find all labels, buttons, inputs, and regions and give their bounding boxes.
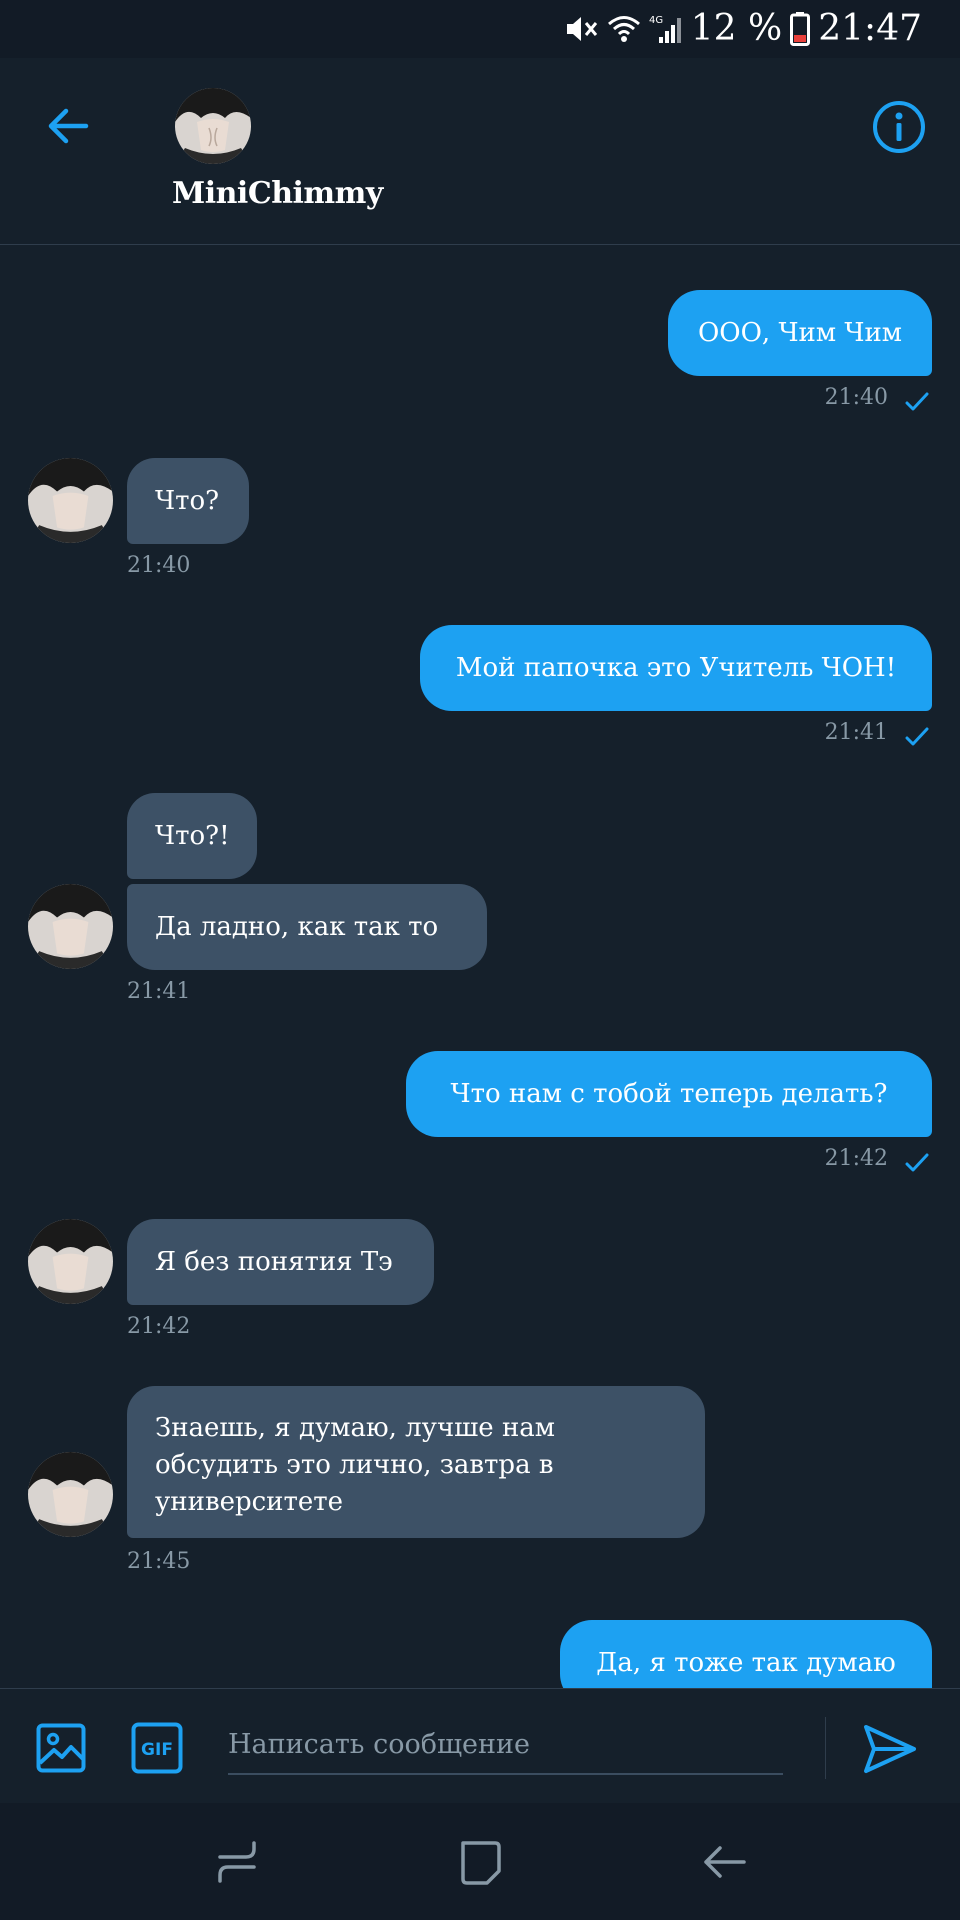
contact-name[interactable]: MiniChimmy	[172, 176, 383, 211]
system-back-button[interactable]	[700, 1837, 750, 1887]
outgoing-message[interactable]: Что нам с тобой теперь делать?	[406, 1051, 932, 1137]
incoming-message[interactable]: Что?	[127, 458, 249, 544]
wifi-icon	[607, 14, 641, 44]
battery-percent: 12 %	[690, 8, 783, 49]
outgoing-message[interactable]: Мой папочка это Учитель ЧОН!	[420, 625, 932, 711]
send-button[interactable]	[862, 1721, 918, 1777]
message-time: 21:41	[127, 979, 191, 1004]
message-avatar[interactable]	[28, 1452, 113, 1537]
contact-avatar[interactable]	[175, 88, 251, 164]
battery-icon	[790, 12, 811, 46]
back-button[interactable]	[40, 98, 96, 154]
incoming-message[interactable]: Что?!	[127, 793, 257, 879]
recent-apps-icon	[218, 1841, 256, 1883]
system-nav-bar	[0, 1803, 960, 1920]
svg-text:4G: 4G	[649, 15, 663, 26]
info-button[interactable]	[868, 96, 930, 158]
home-button[interactable]	[455, 1837, 505, 1887]
sent-check-icon	[905, 392, 929, 411]
signal-4g-icon: 4G	[649, 13, 683, 45]
sent-check-icon	[905, 1153, 929, 1172]
message-avatar[interactable]	[28, 458, 113, 543]
conversation-header: MiniChimmy	[0, 58, 960, 245]
outgoing-message[interactable]: Да, я тоже так думаю	[560, 1620, 932, 1688]
message-time: 21:40	[127, 553, 191, 578]
message-time: 21:40	[824, 385, 888, 410]
image-icon	[36, 1723, 86, 1773]
status-time: 21:47	[818, 8, 922, 49]
back-arrow-icon	[48, 108, 89, 144]
back-icon	[704, 1846, 746, 1878]
message-input[interactable]	[228, 1715, 783, 1775]
status-icons: 4G 12 % 21:47	[565, 0, 922, 58]
sent-check-icon	[905, 727, 929, 746]
message-time: 21:41	[824, 720, 888, 745]
gif-label: GIF	[141, 1740, 173, 1760]
message-composer: GIF	[0, 1688, 960, 1804]
media-button[interactable]	[36, 1723, 86, 1773]
message-time: 21:45	[127, 1549, 191, 1574]
incoming-message[interactable]: Я без понятия Тэ	[127, 1219, 434, 1305]
composer-divider	[825, 1717, 826, 1779]
gif-button[interactable]: GIF	[131, 1722, 183, 1774]
gif-icon: GIF	[131, 1722, 183, 1774]
recent-apps-button[interactable]	[212, 1837, 262, 1887]
send-icon	[864, 1725, 916, 1773]
mute-icon	[565, 14, 599, 44]
status-bar: 4G 12 % 21:47	[0, 0, 960, 58]
outgoing-message[interactable]: ООО, Чим Чим	[668, 290, 932, 376]
message-list[interactable]: ООО, Чим Чим 21:40 Что? 21:40 Мой папочк…	[0, 245, 960, 1688]
home-icon	[461, 1841, 501, 1885]
message-time: 21:42	[127, 1314, 191, 1339]
message-time: 21:42	[824, 1146, 888, 1171]
incoming-message[interactable]: Да ладно, как так то	[127, 884, 487, 970]
info-icon	[873, 101, 925, 153]
chat-screen: 4G 12 % 21:47 MiniChimmy ООО, Чим Чим 21…	[0, 0, 960, 1920]
incoming-message[interactable]: Знаешь, я думаю, лучше нам обсудить это …	[127, 1386, 705, 1538]
message-avatar[interactable]	[28, 884, 113, 969]
message-avatar[interactable]	[28, 1219, 113, 1304]
